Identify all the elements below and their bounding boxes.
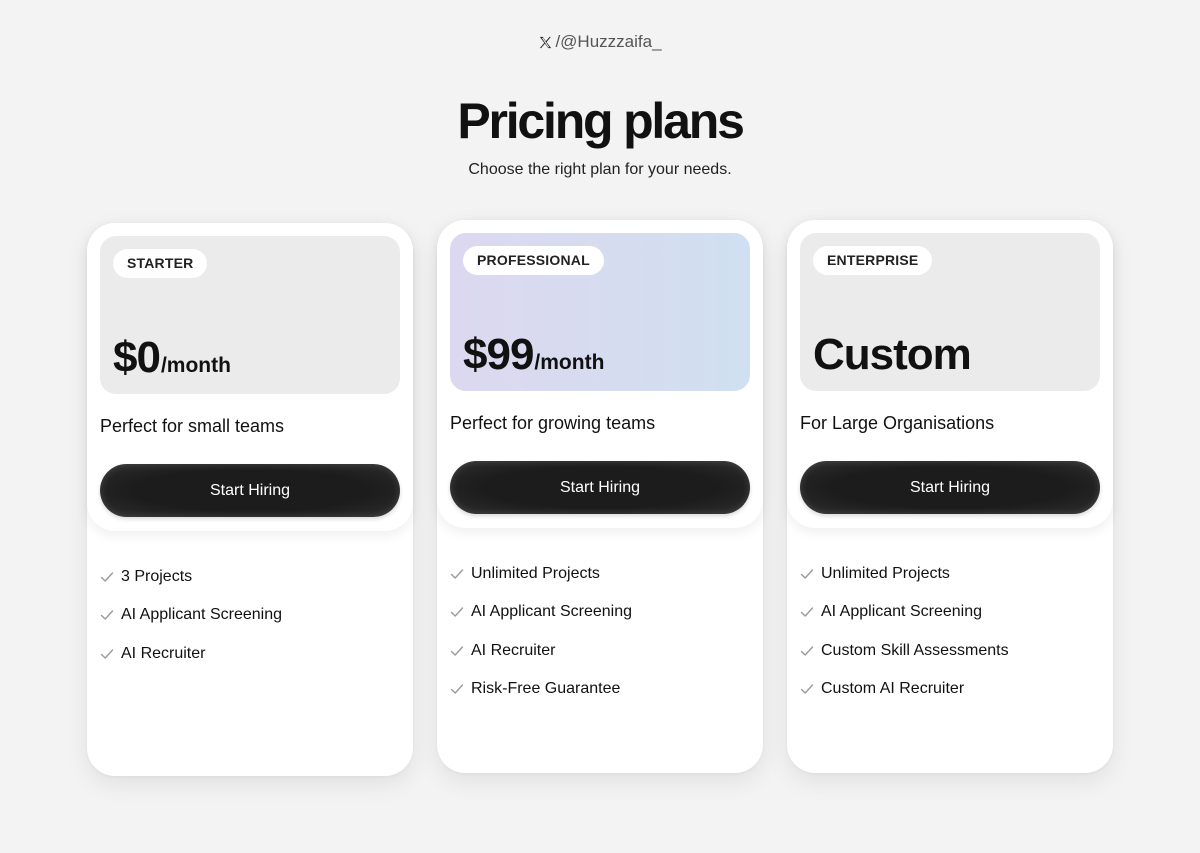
feature-label: Unlimited Projects bbox=[821, 565, 950, 582]
plan-tagline: For Large Organisations bbox=[800, 413, 995, 433]
page-subtitle: Choose the right plan for your needs. bbox=[468, 161, 732, 178]
check-icon bbox=[800, 607, 814, 618]
handle-text: /@Huzzzaifa_ bbox=[555, 32, 662, 51]
check-icon bbox=[100, 610, 114, 621]
feature-item: Risk-Free Guarantee bbox=[450, 678, 632, 700]
plan-badge: ENTERPRISE bbox=[813, 246, 933, 275]
price-period: /month bbox=[534, 351, 605, 374]
check-icon bbox=[800, 646, 814, 656]
price-panel: ENTERPRISE Custom bbox=[800, 233, 1100, 391]
plan-price: $99/month bbox=[463, 333, 604, 377]
check-icon bbox=[800, 569, 814, 579]
feature-item: AI Applicant Screening bbox=[450, 601, 632, 623]
feature-label: 3 Projects bbox=[121, 568, 193, 585]
feature-item: 3 Projects bbox=[100, 566, 282, 588]
page-title: Pricing plans bbox=[457, 93, 745, 149]
plan-card-enterprise: ENTERPRISE Custom For Large Organisation… bbox=[787, 220, 1113, 773]
x-logo-icon bbox=[540, 36, 552, 48]
feature-list: 3 Projects AI Applicant Screening AI Rec… bbox=[100, 566, 282, 681]
feature-label: Unlimited Projects bbox=[471, 565, 600, 582]
price-amount: $99 bbox=[463, 330, 534, 379]
plan-card-header: STARTER $0/month Perfect for small teams… bbox=[87, 223, 413, 531]
feature-item: Unlimited Projects bbox=[450, 563, 632, 585]
feature-item: Unlimited Projects bbox=[800, 563, 1009, 585]
feature-list: Unlimited Projects AI Applicant Screenin… bbox=[450, 563, 632, 717]
price-period: /month bbox=[160, 354, 231, 377]
feature-item: AI Recruiter bbox=[450, 640, 632, 662]
check-icon bbox=[800, 684, 814, 694]
feature-label: AI Recruiter bbox=[121, 644, 206, 662]
feature-label: Custom AI Recruiter bbox=[821, 680, 965, 698]
feature-item: AI Applicant Screening bbox=[100, 604, 282, 626]
plan-badge: STARTER bbox=[113, 249, 208, 278]
start-hiring-button[interactable]: Start Hiring bbox=[450, 461, 750, 514]
check-icon bbox=[100, 572, 114, 582]
feature-label: AI Applicant Screening bbox=[121, 606, 282, 624]
plan-card-header: PROFESSIONAL $99/month Perfect for growi… bbox=[437, 220, 763, 528]
feature-item: Custom Skill Assessments bbox=[800, 640, 1009, 662]
feature-list: Unlimited Projects AI Applicant Screenin… bbox=[800, 563, 1009, 717]
feature-label: AI Recruiter bbox=[471, 641, 556, 659]
plan-badge: PROFESSIONAL bbox=[463, 246, 604, 275]
feature-label: Risk-Free Guarantee bbox=[471, 680, 621, 698]
check-icon bbox=[450, 607, 464, 618]
check-icon bbox=[450, 646, 464, 656]
social-handle: /@Huzzzaifa_ bbox=[0, 30, 1200, 54]
plan-card-starter: STARTER $0/month Perfect for small teams… bbox=[87, 223, 413, 776]
plan-card-professional: PROFESSIONAL $99/month Perfect for growi… bbox=[437, 220, 763, 773]
plan-card-header: ENTERPRISE Custom For Large Organisation… bbox=[787, 220, 1113, 528]
start-hiring-button[interactable]: Start Hiring bbox=[800, 461, 1100, 514]
check-icon bbox=[100, 649, 114, 659]
feature-label: AI Applicant Screening bbox=[821, 603, 982, 621]
feature-item: AI Applicant Screening bbox=[800, 601, 1009, 623]
plan-price: $0/month bbox=[113, 336, 231, 380]
check-icon bbox=[450, 684, 464, 694]
plan-tagline: Perfect for small teams bbox=[100, 416, 285, 436]
feature-item: Custom AI Recruiter bbox=[800, 678, 1009, 700]
check-icon bbox=[450, 569, 464, 579]
price-panel: PROFESSIONAL $99/month bbox=[450, 233, 750, 391]
feature-item: AI Recruiter bbox=[100, 643, 282, 665]
feature-label: AI Applicant Screening bbox=[471, 603, 632, 621]
plan-tagline: Perfect for growing teams bbox=[450, 413, 656, 433]
price-panel: STARTER $0/month bbox=[100, 236, 400, 394]
plan-price: Custom bbox=[813, 333, 972, 377]
price-amount: Custom bbox=[813, 330, 972, 379]
start-hiring-button[interactable]: Start Hiring bbox=[100, 464, 400, 517]
price-amount: $0 bbox=[113, 333, 161, 382]
feature-label: Custom Skill Assessments bbox=[821, 641, 1009, 659]
